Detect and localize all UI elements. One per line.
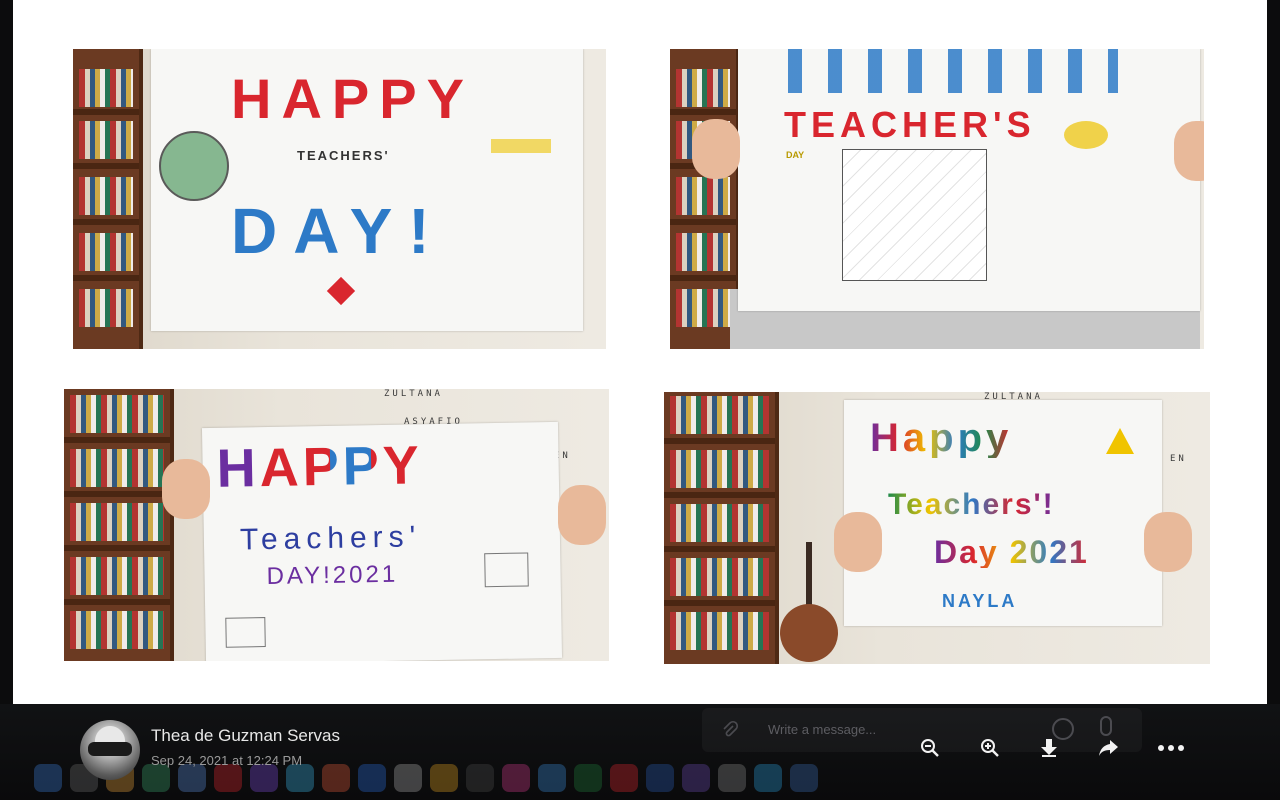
microphone-icon[interactable] [1100, 716, 1112, 736]
poster-line: DAY! [231, 195, 446, 267]
poster-line: Happy [870, 416, 1013, 460]
poster: HAPPY Teachers' DAY!2021 [201, 421, 563, 661]
photo-viewer: HAPPY TEACHERS' DAY! TEACHER'S DAY ZULTA… [0, 0, 1280, 800]
poster-line: TEACHER'S [784, 104, 1036, 145]
bookshelf [664, 392, 779, 664]
wall-letters: EN [1170, 454, 1187, 464]
poster-line: TEACHERS' [297, 148, 390, 163]
attachment-icon[interactable] [720, 720, 740, 740]
poster-line: Teachers'! [888, 488, 1055, 521]
poster: Happy Teachers'! Day 2021 NAYLA [844, 400, 1162, 626]
wall-letters: ZULTANA [384, 389, 443, 399]
poster-line: Day 2021 [934, 534, 1089, 570]
poster-line: Teachers' [239, 520, 422, 557]
emoji-icon[interactable] [1052, 718, 1074, 740]
video-tile-3: ZULTANA ASYAFIQ EN HAPPY Teachers' DAY!2… [64, 389, 609, 661]
avatar[interactable] [80, 720, 140, 780]
author-name[interactable]: Thea de Guzman Servas [151, 726, 340, 746]
video-tile-4: ZULTANA EN Happy Teachers'! Day 2021 NAY… [664, 392, 1210, 664]
post-timestamp: Sep 24, 2021 at 12:24 PM [151, 753, 303, 768]
poster: TEACHER'S DAY [738, 49, 1200, 311]
poster-line: DAY!2021 [266, 560, 399, 591]
message-input[interactable]: Write a message... [768, 722, 876, 737]
poster-line: DAY [786, 150, 805, 160]
share-icon[interactable] [1097, 738, 1121, 762]
video-tile-1: HAPPY TEACHERS' DAY! [73, 49, 606, 349]
bookshelf [64, 389, 174, 661]
zoom-out-icon[interactable] [918, 738, 942, 762]
bookshelf [73, 49, 143, 349]
poster-line: NAYLA [942, 591, 1018, 611]
download-icon[interactable] [1037, 738, 1061, 762]
poster: HAPPY TEACHERS' DAY! [151, 49, 583, 331]
poster-line: HAPPY [231, 67, 474, 130]
video-tile-2: TEACHER'S DAY [670, 49, 1204, 349]
zoom-in-icon[interactable] [978, 738, 1002, 762]
photo-collage[interactable]: HAPPY TEACHERS' DAY! TEACHER'S DAY ZULTA… [13, 0, 1267, 704]
poster-line: HAPPY [216, 435, 424, 499]
more-icon[interactable] [1156, 738, 1186, 762]
